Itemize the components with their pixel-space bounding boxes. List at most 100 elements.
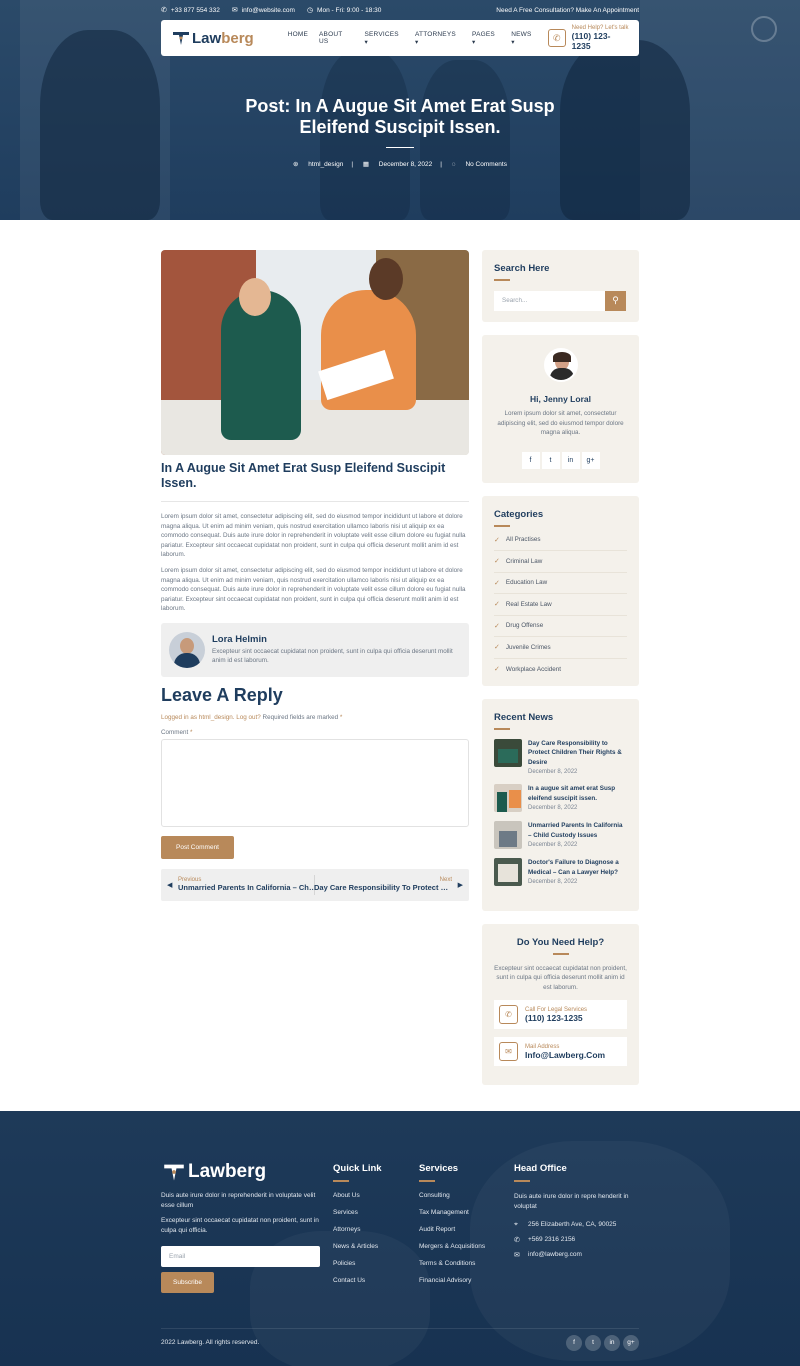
next-title[interactable]: Day Care Responsibility To Protect Child… (314, 883, 452, 892)
mail-box[interactable]: ✉ Mail Address Info@Lawberg.Com (494, 1037, 627, 1066)
nav-about[interactable]: ABOUT US (319, 31, 353, 46)
category-item[interactable]: ✓ Education Law (494, 573, 627, 594)
copyright-text: 2022 Lawberg. All rights reserved. (161, 1339, 260, 1346)
news-title[interactable]: In a augue sit amet erat Susp eleifend s… (528, 784, 627, 803)
copyright-bar: 2022 Lawberg. All rights reserved. f t i… (161, 1328, 639, 1356)
search-button[interactable]: ⚲ (605, 290, 626, 311)
author-bio: Excepteur sint occaecat cupidatat non pr… (212, 648, 453, 665)
news-title[interactable]: Doctor's Failure to Diagnose a Medical –… (528, 858, 627, 877)
facebook-icon[interactable]: f (521, 451, 540, 469)
office-email[interactable]: info@lawberg.com (528, 1251, 582, 1258)
logo-text-berg: berg (224, 1161, 267, 1182)
category-item[interactable]: ✓ Juvenile Crimes (494, 637, 627, 659)
nav-pages[interactable]: PAGES ▾ (472, 31, 500, 46)
news-date: December 8, 2022 (528, 842, 578, 848)
comment-textarea[interactable] (161, 738, 469, 827)
news-thumbnail (494, 784, 522, 812)
main-nav: HOME ABOUT US SERVICES ▾ ATTORNEYS ▾ PAG… (288, 31, 548, 46)
footer-logo[interactable]: Law berg (161, 1161, 326, 1183)
nav-news[interactable]: NEWS ▾ (511, 31, 537, 46)
mail-icon: ✉ (231, 7, 238, 14)
footer-link[interactable]: About Us (333, 1192, 382, 1199)
nav-services[interactable]: SERVICES ▾ (364, 31, 404, 46)
check-icon: ✓ (494, 601, 500, 609)
author-name[interactable]: Lora Helmin (212, 634, 461, 645)
news-item[interactable]: In a augue sit amet erat Susp eleifend s… (494, 784, 627, 812)
footer-link[interactable]: Financial Advisory (419, 1277, 485, 1284)
post-author[interactable]: html_design (308, 161, 343, 168)
news-thumbnail (494, 858, 522, 886)
comment-icon: ◌ (451, 161, 458, 168)
logged-in-note: Logged in as html_design. Log out? Requi… (161, 714, 469, 721)
page-title: Post: In A Augue Sit Amet Erat Susp Elei… (0, 96, 800, 138)
footer-link[interactable]: Terms & Conditions (419, 1260, 485, 1267)
office-text: Duis aute irure dolor in repre henderit … (514, 1192, 629, 1210)
prev-post-link[interactable]: Previous Unmarried Parents In California… (178, 877, 318, 892)
newsletter-email-input[interactable]: Email (161, 1246, 320, 1267)
twitter-icon[interactable]: t (541, 451, 560, 469)
mail-icon: ✉ (514, 1251, 520, 1259)
footer-link[interactable]: Attorneys (333, 1226, 382, 1233)
logged-in-link[interactable]: Logged in as html_design. Log out? (161, 714, 261, 721)
topbar-email[interactable]: info@website.com (242, 7, 295, 14)
news-item[interactable]: Doctor's Failure to Diagnose a Medical –… (494, 858, 627, 886)
profile-widget: Hi, Jenny Loral Lorem ipsum dolor sit am… (482, 335, 639, 483)
topbar-cta[interactable]: Need A Free Consultation? Make An Appoin… (496, 7, 639, 14)
mail-value[interactable]: Info@Lawberg.Com (525, 1050, 605, 1060)
footer-link[interactable]: Consulting (419, 1192, 485, 1199)
categories-widget: Categories ✓ All Practises ✓ Criminal Law … (482, 496, 639, 686)
post-date: December 8, 2022 (378, 161, 433, 168)
nav-home[interactable]: HOME (288, 31, 308, 46)
news-item[interactable]: Unmarried Parents In California – Child … (494, 821, 627, 849)
office-phone[interactable]: +569 2316 2156 (528, 1236, 575, 1243)
call-value[interactable]: (110) 123-1235 (525, 1013, 587, 1023)
footer-link[interactable]: Policies (333, 1260, 382, 1267)
footer-link[interactable]: Audit Report (419, 1226, 485, 1233)
facebook-icon[interactable]: f (566, 1334, 582, 1351)
search-input[interactable]: Search... (494, 290, 605, 311)
footer-link[interactable]: News & Articles (333, 1243, 382, 1250)
footer-link[interactable]: Services (333, 1209, 382, 1216)
footer-link[interactable]: Tax Management (419, 1209, 485, 1216)
category-item[interactable]: ✓ Real Estate Law (494, 594, 627, 616)
news-title[interactable]: Unmarried Parents In California – Child … (528, 821, 627, 840)
category-item[interactable]: ✓ Drug Offense (494, 616, 627, 637)
topbar-phone[interactable]: +33 877 554 332 (171, 7, 220, 14)
phone-icon: ✆ (514, 1236, 520, 1244)
footer-social: f t in g+ (563, 1334, 639, 1351)
mail-icon: ✉ (499, 1042, 518, 1061)
category-item[interactable]: ✓ Criminal Law (494, 551, 627, 573)
office-title: Head Office (514, 1163, 567, 1174)
logo[interactable]: Law berg (171, 29, 254, 47)
recent-news-widget: Recent News Day Care Responsibility to P… (482, 699, 639, 911)
footer-link[interactable]: Contact Us (333, 1277, 382, 1284)
prev-arrow-icon[interactable]: ◀ (167, 881, 172, 889)
post-comments[interactable]: No Comments (465, 161, 507, 168)
divider (161, 501, 469, 502)
subscribe-button[interactable]: Subscribe (161, 1272, 214, 1293)
phone-icon: ✆ (161, 7, 167, 14)
category-item[interactable]: ✓ All Practises (494, 530, 627, 551)
nav-attorneys[interactable]: ATTORNEYS ▾ (415, 31, 461, 46)
google-plus-icon[interactable]: g+ (623, 1334, 639, 1351)
twitter-icon[interactable]: t (585, 1334, 601, 1351)
call-box[interactable]: ✆ Call For Legal Services (110) 123-1235 (494, 1000, 627, 1029)
news-item[interactable]: Day Care Responsibility to Protect Child… (494, 738, 627, 775)
footer-office: Head Office Duis aute irure dolor in rep… (514, 1163, 639, 1259)
footer-link[interactable]: Mergers & Acquisitions (419, 1243, 485, 1250)
next-post-link[interactable]: Next Day Care Responsibility To Protect … (314, 877, 452, 892)
news-title[interactable]: Day Care Responsibility to Protect Child… (528, 739, 627, 768)
nav-help[interactable]: ✆ Need Help? Let's talk (110) 123-1235 (547, 25, 629, 51)
nav-help-phone[interactable]: (110) 123-1235 (572, 31, 629, 51)
quick-links-title: Quick Link (333, 1163, 382, 1174)
linkedin-icon[interactable]: in (561, 451, 580, 469)
category-item[interactable]: ✓ Workplace Accident (494, 659, 627, 681)
google-plus-icon[interactable]: g+ (581, 451, 600, 469)
linkedin-icon[interactable]: in (604, 1334, 620, 1351)
post-comment-button[interactable]: Post Comment (161, 835, 234, 859)
prev-title[interactable]: Unmarried Parents In California – Child … (178, 883, 318, 892)
required-star: * (339, 713, 343, 721)
next-arrow-icon[interactable]: ▶ (458, 881, 463, 889)
post-content: In A Augue Sit Amet Erat Susp Eleifend S… (161, 250, 469, 901)
footer-about: Law berg Duis aute irure dolor in reprehe… (161, 1161, 326, 1293)
